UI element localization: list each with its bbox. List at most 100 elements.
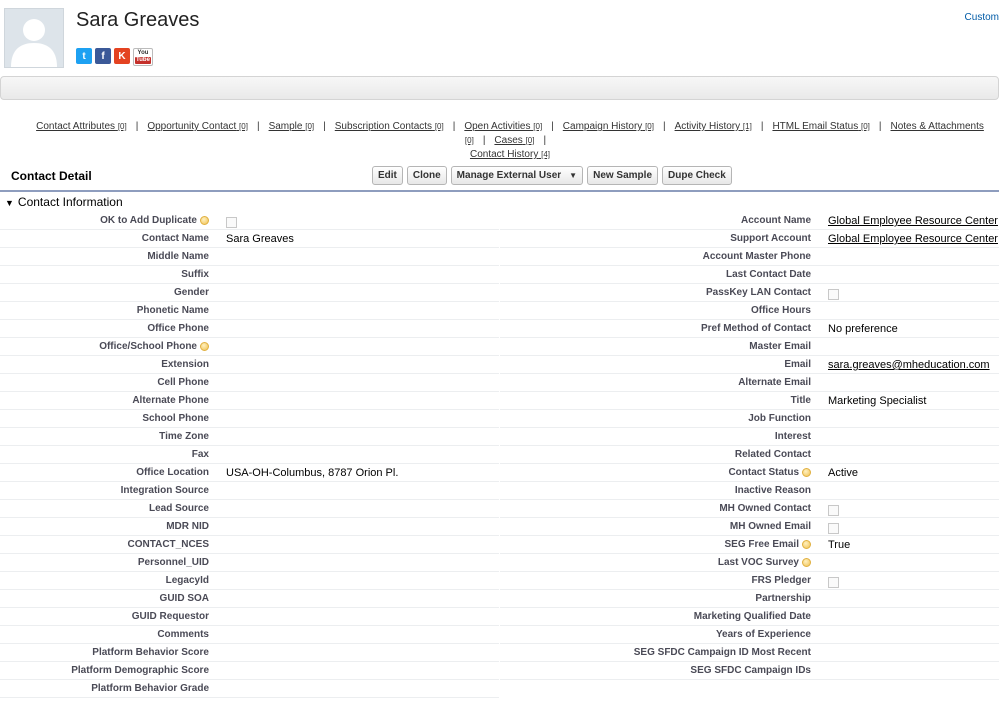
field-row: MH Owned Email [500, 518, 999, 536]
klout-icon[interactable]: K [114, 48, 130, 64]
field-value: Sara Greaves [226, 233, 294, 245]
checkbox-icon [828, 289, 839, 300]
field-row: Email sara.greaves@mheducation.com [500, 356, 999, 374]
link-separator: | [662, 121, 666, 132]
field-label: OK to Add Duplicate [100, 215, 209, 226]
field-row: Alternate Email [500, 374, 999, 392]
field-label-text: Title [790, 395, 811, 406]
field-label-text: Interest [774, 431, 811, 442]
detail-button-bar: Edit Clone Manage External User ▼ New Sa… [372, 166, 732, 185]
field-label: Comments [157, 629, 209, 640]
field-label-text: Cell Phone [157, 377, 209, 388]
field-label: Office Hours [751, 305, 811, 316]
field-label-text: Account Master Phone [702, 251, 811, 262]
field-row: GUID SOA [0, 590, 499, 608]
customize-link[interactable]: Custom [965, 12, 999, 23]
field-row: OK to Add Duplicate [0, 212, 499, 230]
field-value[interactable]: Global Employee Resource Center [828, 215, 998, 227]
field-value[interactable]: Global Employee Resource Center [828, 233, 998, 245]
related-link[interactable]: Open Activities [0] [464, 121, 542, 132]
field-label: SEG SFDC Campaign IDs [690, 665, 811, 676]
field-row: Last VOC Survey [500, 554, 999, 572]
help-bubble-icon[interactable] [802, 557, 811, 567]
field-value-link[interactable]: sara.greaves@mheducation.com [828, 359, 990, 371]
field-label: MH Owned Contact [719, 503, 811, 514]
field-label: Suffix [181, 269, 209, 280]
field-row: CONTACT_NCES [0, 536, 499, 554]
field-label: Personnel_UID [138, 557, 209, 568]
help-bubble-icon[interactable] [200, 341, 209, 351]
field-label-text: Middle Name [147, 251, 209, 262]
related-link[interactable]: Opportunity Contact [0] [147, 121, 248, 132]
field-row: Inactive Reason [500, 482, 999, 500]
field-label-text: Related Contact [734, 449, 811, 460]
youtube-icon[interactable]: You Tube [133, 48, 153, 66]
field-label-text: MH Owned Contact [719, 503, 811, 514]
field-label: Contact Status [728, 467, 811, 478]
related-link-count: [4] [541, 150, 551, 159]
field-label-text: Extension [161, 359, 209, 370]
field-row: Title Marketing Specialist [500, 392, 999, 410]
field-row: Contact Status Active [500, 464, 999, 482]
field-row: MDR NID [0, 518, 499, 536]
field-row: Interest [500, 428, 999, 446]
field-row: SEG Free Email True [500, 536, 999, 554]
field-row: Partnership [500, 590, 999, 608]
field-value: Active [828, 467, 858, 479]
field-label-text: Personnel_UID [137, 557, 209, 568]
field-label: MH Owned Email [730, 521, 811, 532]
field-label: Related Contact [735, 449, 811, 460]
manage-external-user-button[interactable]: Manage External User ▼ [450, 166, 584, 185]
youtube-icon-text-top: You [137, 50, 149, 56]
field-label-text: Pref Method of Contact [701, 323, 811, 334]
field-row: PassKey LAN Contact [500, 284, 999, 302]
field-label: Time Zone [159, 431, 209, 442]
field-label-text: Alternate Email [738, 377, 811, 388]
field-value-link[interactable]: Global Employee Resource Center [828, 233, 998, 245]
field-label: Platform Behavior Grade [91, 683, 209, 694]
field-label: PassKey LAN Contact [706, 287, 811, 298]
related-link[interactable]: Sample [0] [269, 121, 315, 132]
field-row: Personnel_UID [0, 554, 499, 572]
field-row: Platform Demographic Score [0, 662, 499, 680]
twitter-icon[interactable]: t [76, 48, 92, 64]
field-label-text: Email [784, 359, 811, 370]
help-bubble-icon[interactable] [802, 467, 811, 477]
field-label-text: Office/School Phone [99, 341, 197, 352]
related-link[interactable]: Contact Attributes [0] [36, 121, 127, 132]
social-links: t f K You Tube [76, 48, 153, 66]
link-separator: | [256, 121, 260, 132]
facebook-icon[interactable]: f [95, 48, 111, 64]
field-row: MH Owned Contact [500, 500, 999, 518]
related-link[interactable]: Activity History [1] [675, 121, 752, 132]
related-link[interactable]: Campaign History [0] [563, 121, 654, 132]
related-link[interactable]: Contact History [4] [470, 149, 550, 160]
section-contact-information[interactable]: ▼ Contact Information [5, 195, 123, 209]
field-value [226, 217, 237, 231]
field-value-link[interactable]: Global Employee Resource Center [828, 215, 998, 227]
field-label-text: MDR NID [166, 521, 209, 532]
help-bubble-icon[interactable] [802, 539, 811, 549]
field-row: SEG SFDC Campaign IDs [500, 662, 999, 680]
field-label: SEG SFDC Campaign ID Most Recent [634, 647, 811, 658]
edit-button[interactable]: Edit [372, 166, 403, 185]
link-separator: | [452, 121, 456, 132]
related-link[interactable]: Subscription Contacts [0] [335, 121, 444, 132]
field-label-text: Contact Name [141, 233, 209, 244]
field-label: Job Function [748, 413, 811, 424]
youtube-icon-text-bottom: Tube [135, 57, 151, 64]
field-value[interactable]: sara.greaves@mheducation.com [828, 359, 990, 371]
help-bubble-icon[interactable] [200, 215, 209, 225]
checkbox-icon [226, 217, 237, 228]
field-label-text: Last Contact Date [725, 269, 811, 280]
clone-button[interactable]: Clone [406, 166, 447, 185]
dropdown-triangle-icon: ▼ [569, 171, 578, 180]
field-label-text: Office Location [136, 467, 209, 478]
field-label: Platform Demographic Score [71, 665, 209, 676]
new-sample-button[interactable]: New Sample [587, 166, 659, 185]
field-label-text: Gender [173, 287, 209, 298]
related-link[interactable]: Cases [0] [494, 135, 534, 146]
related-link[interactable]: HTML Email Status [0] [772, 121, 869, 132]
field-label-text: Time Zone [159, 431, 209, 442]
dupe-check-button[interactable]: Dupe Check [662, 166, 732, 185]
